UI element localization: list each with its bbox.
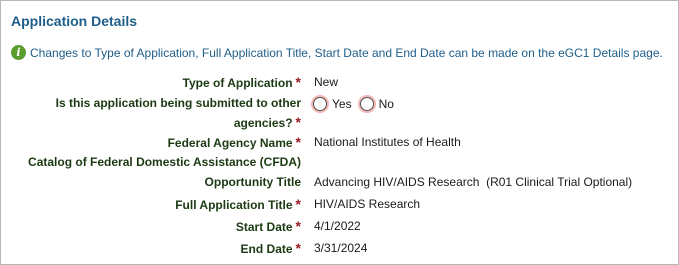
required-marker: *: [295, 196, 301, 212]
label-opportunity-title: Opportunity Title: [204, 175, 301, 189]
value-federal-agency: National Institutes of Health: [314, 135, 461, 149]
label-other-agencies: Is this application being submitted to o…: [55, 96, 301, 110]
value-full-title: HIV/AIDS Research: [314, 197, 421, 211]
value-end-date: 3/31/2024: [314, 241, 368, 255]
info-icon: i: [11, 45, 26, 60]
notice-text: Changes to Type of Application, Full App…: [30, 45, 663, 60]
value-start-date: 4/1/2022: [314, 219, 361, 233]
label-type-of-application: Type of Application *: [182, 74, 301, 90]
value-type-of-application: New: [314, 75, 339, 89]
required-marker: *: [295, 114, 301, 130]
required-marker: *: [295, 240, 301, 256]
label-cfda: Catalog of Federal Domestic Assistance (…: [28, 155, 301, 169]
application-details-panel: Application Details i Changes to Type of…: [0, 0, 679, 265]
required-marker: *: [295, 134, 301, 150]
label-other-agencies-line2: agencies? *: [233, 114, 301, 130]
radio-no[interactable]: [359, 96, 374, 111]
required-marker: *: [295, 218, 301, 234]
label-federal-agency: Federal Agency Name *: [167, 134, 301, 150]
label-start-date: Start Date *: [235, 218, 301, 234]
label-full-title: Full Application Title *: [175, 196, 301, 212]
info-notice: i Changes to Type of Application, Full A…: [11, 45, 663, 60]
required-marker: *: [295, 74, 301, 90]
other-agencies-radio-group: Yes No: [313, 94, 402, 113]
radio-yes[interactable]: [313, 96, 327, 111]
section-title: Application Details: [11, 13, 138, 29]
radio-no-label[interactable]: No: [379, 97, 394, 111]
value-opportunity-title: Advancing HIV/AIDS Research (R01 Clinica…: [314, 175, 633, 189]
radio-yes-label[interactable]: Yes: [332, 97, 352, 111]
label-end-date: End Date *: [240, 240, 301, 256]
